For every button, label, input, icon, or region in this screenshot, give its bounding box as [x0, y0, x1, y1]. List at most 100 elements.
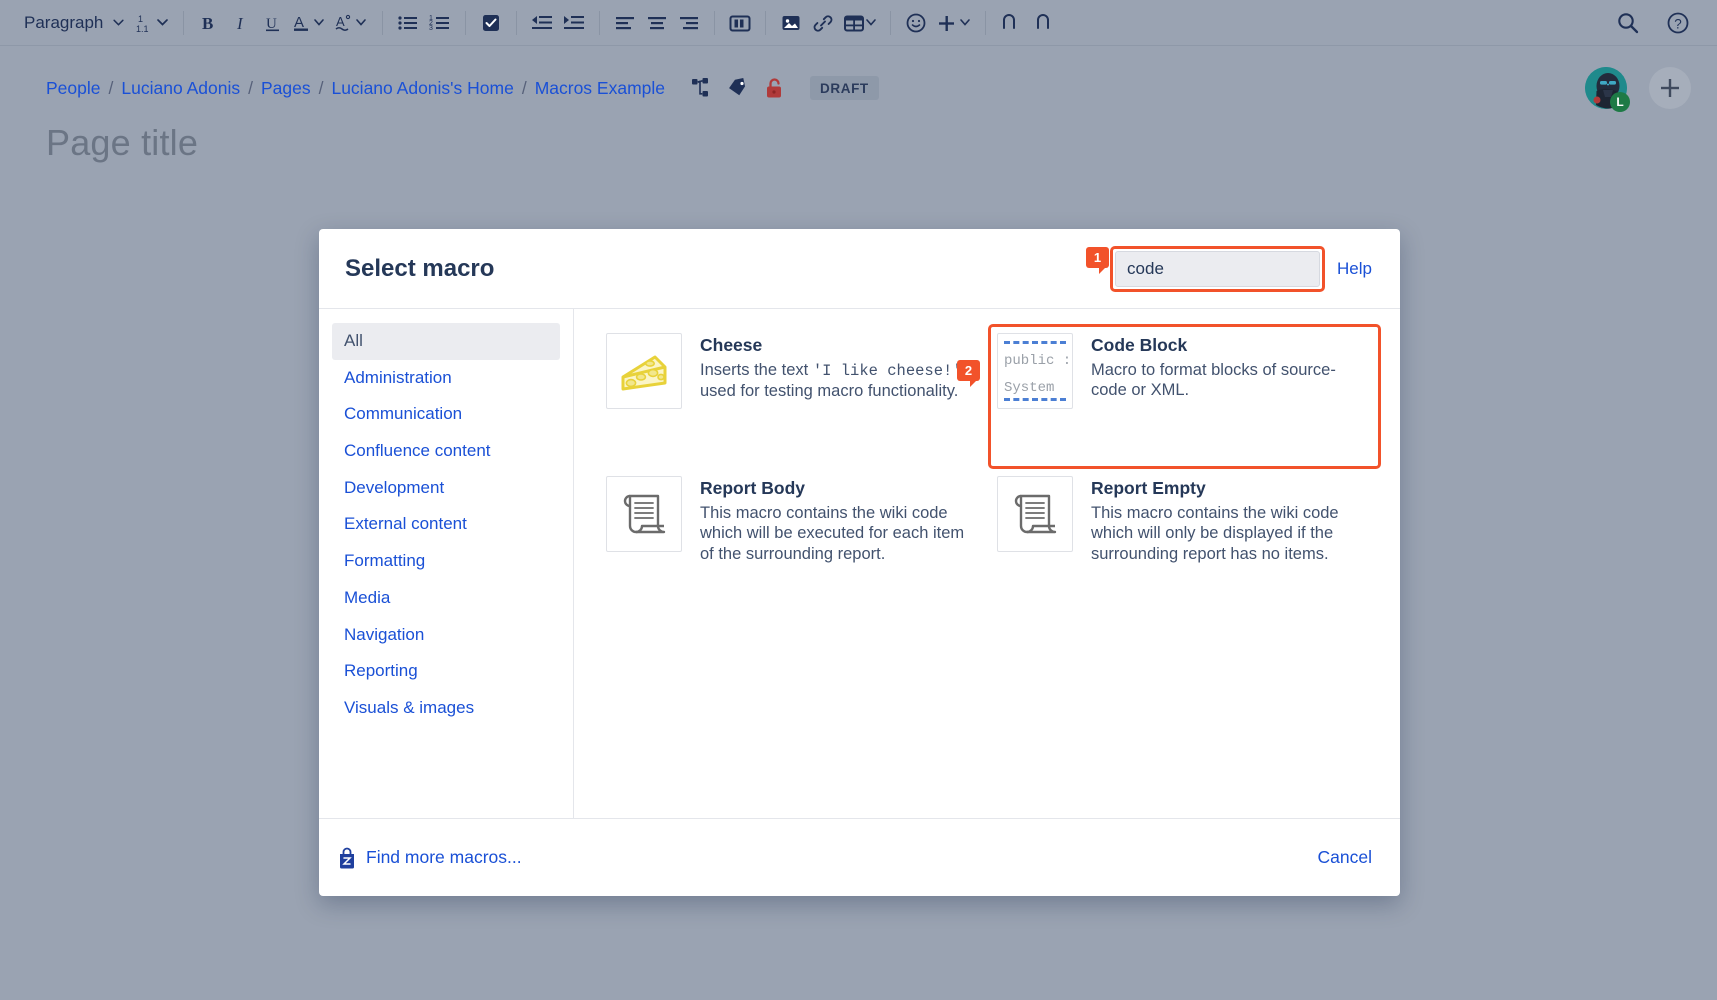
task-list-icon	[480, 12, 502, 34]
category-item-navigation[interactable]: Navigation	[332, 617, 560, 654]
category-item-communication[interactable]: Communication	[332, 396, 560, 433]
outdent-button[interactable]	[526, 7, 558, 39]
page-layout-icon	[728, 12, 752, 34]
macro-title: Code Block	[1091, 335, 1368, 356]
numbered-list-button[interactable]: 1 2 3	[424, 7, 456, 39]
align-left-icon	[614, 12, 636, 34]
align-left-button[interactable]	[609, 7, 641, 39]
insert-image-button[interactable]	[775, 7, 807, 39]
search-button[interactable]	[1611, 7, 1645, 39]
avatar-status-badge: L	[1610, 92, 1630, 112]
category-item-media[interactable]: Media	[332, 580, 560, 617]
macro-title: Cheese	[700, 335, 977, 356]
search-icon	[1615, 10, 1641, 36]
insert-table-button[interactable]	[839, 7, 881, 39]
header-actions: L	[1585, 67, 1717, 109]
macro-search-highlight	[1110, 246, 1325, 292]
category-item-external-content[interactable]: External content	[332, 506, 560, 543]
status-badge: DRAFT	[810, 76, 879, 100]
category-item-confluence-content[interactable]: Confluence content	[332, 433, 560, 470]
macro-description: Macro to format blocks of source-code or…	[1091, 360, 1368, 401]
page-layout-button[interactable]	[724, 7, 756, 39]
italic-button[interactable]: I	[225, 7, 257, 39]
macro-description: Inserts the text 'I like cheese!', used …	[700, 360, 977, 401]
indent-icon	[562, 12, 586, 34]
toolbar-divider	[382, 11, 383, 35]
macro-info: Code Block Macro to format blocks of sou…	[1091, 333, 1368, 460]
numbered-heading-icon: 1 1.1	[136, 11, 170, 35]
breadcrumb-item-luciano-adonis[interactable]: Luciano Adonis	[121, 78, 240, 99]
svg-text:?: ?	[1674, 16, 1682, 31]
add-button[interactable]	[1649, 67, 1691, 109]
insert-link-button[interactable]	[807, 7, 839, 39]
redo-button[interactable]	[1029, 7, 1063, 39]
task-list-button[interactable]	[475, 7, 507, 39]
text-highlight-button[interactable]: A	[331, 7, 373, 39]
plus-icon	[1657, 75, 1683, 101]
table-icon	[843, 12, 877, 34]
macro-results-grid: Cheese Inserts the text 'I like cheese!'…	[574, 309, 1400, 818]
insert-more-button[interactable]	[932, 7, 976, 39]
help-button[interactable]: ?	[1661, 7, 1695, 39]
page-title[interactable]: Page title	[0, 108, 1717, 164]
outdent-icon	[530, 12, 554, 34]
breadcrumb-item-macros-example[interactable]: Macros Example	[535, 78, 665, 99]
undo-button[interactable]	[995, 7, 1029, 39]
find-more-macros-link[interactable]: Find more macros...	[337, 847, 522, 869]
macro-card-code-block[interactable]: public : System Code Block Macro to form…	[989, 325, 1380, 468]
macro-card-cheese[interactable]: Cheese Inserts the text 'I like cheese!'…	[598, 325, 989, 468]
bold-icon: B	[198, 12, 220, 34]
bullet-list-button[interactable]	[392, 7, 424, 39]
cancel-button[interactable]: Cancel	[1318, 847, 1372, 868]
breadcrumb-item-home[interactable]: Luciano Adonis's Home	[331, 78, 513, 99]
macro-search-input[interactable]	[1115, 251, 1320, 287]
category-item-visuals-images[interactable]: Visuals & images	[332, 690, 560, 727]
macro-info: Report Body This macro contains the wiki…	[700, 476, 977, 603]
avatar[interactable]: L	[1585, 67, 1627, 109]
macro-card-report-body[interactable]: Report Body This macro contains the wiki…	[598, 468, 989, 611]
dialog-body: All Administration Communication Conflue…	[319, 308, 1400, 818]
breadcrumb-item-people[interactable]: People	[46, 78, 101, 99]
macro-desc-part-1: Inserts the text	[700, 361, 813, 379]
numbered-list-icon: 1 2 3	[429, 12, 451, 34]
code-block-glyph: public : System	[998, 333, 1072, 409]
code-block-icon: public : System	[997, 333, 1073, 409]
numbered-heading-button[interactable]: 1 1.1	[132, 7, 174, 39]
svg-text:A: A	[336, 14, 345, 29]
bold-button[interactable]: B	[193, 7, 225, 39]
macro-description: This macro contains the wiki code which …	[1091, 503, 1368, 564]
category-item-administration[interactable]: Administration	[332, 360, 560, 397]
breadcrumb: People / Luciano Adonis / Pages / Lucian…	[46, 78, 665, 99]
macro-card-report-empty[interactable]: Report Empty This macro contains the wik…	[989, 468, 1380, 611]
category-item-reporting[interactable]: Reporting	[332, 653, 560, 690]
align-center-button[interactable]	[641, 7, 673, 39]
svg-text:3: 3	[429, 25, 433, 32]
plus-icon	[936, 11, 972, 35]
help-icon: ?	[1665, 10, 1691, 36]
category-item-development[interactable]: Development	[332, 470, 560, 507]
category-item-formatting[interactable]: Formatting	[332, 543, 560, 580]
macro-title: Report Empty	[1091, 478, 1368, 499]
align-right-button[interactable]	[673, 7, 705, 39]
page-tree-icon[interactable]	[691, 77, 710, 99]
underline-button[interactable]: U	[257, 7, 289, 39]
text-color-button[interactable]: A	[289, 7, 331, 39]
tag-icon[interactable]	[726, 77, 748, 99]
macro-search-wrapper	[1110, 246, 1325, 292]
chevron-down-icon	[113, 19, 124, 26]
indent-button[interactable]	[558, 7, 590, 39]
unlocked-padlock-icon[interactable]	[764, 77, 784, 100]
text-color-icon: A	[293, 12, 327, 34]
dialog-header-actions: Help	[1110, 246, 1372, 292]
italic-icon: I	[230, 12, 252, 34]
breadcrumb-item-pages[interactable]: Pages	[261, 78, 311, 99]
toolbar-divider	[183, 11, 184, 35]
image-icon	[780, 12, 802, 34]
insert-emoji-button[interactable]	[900, 7, 932, 39]
svg-text:A: A	[294, 14, 304, 31]
macro-description: This macro contains the wiki code which …	[700, 503, 977, 564]
scroll-document-icon	[606, 476, 682, 552]
dialog-help-link[interactable]: Help	[1337, 259, 1372, 279]
paragraph-style-select[interactable]: Paragraph	[14, 7, 132, 39]
category-item-all[interactable]: All	[332, 323, 560, 360]
